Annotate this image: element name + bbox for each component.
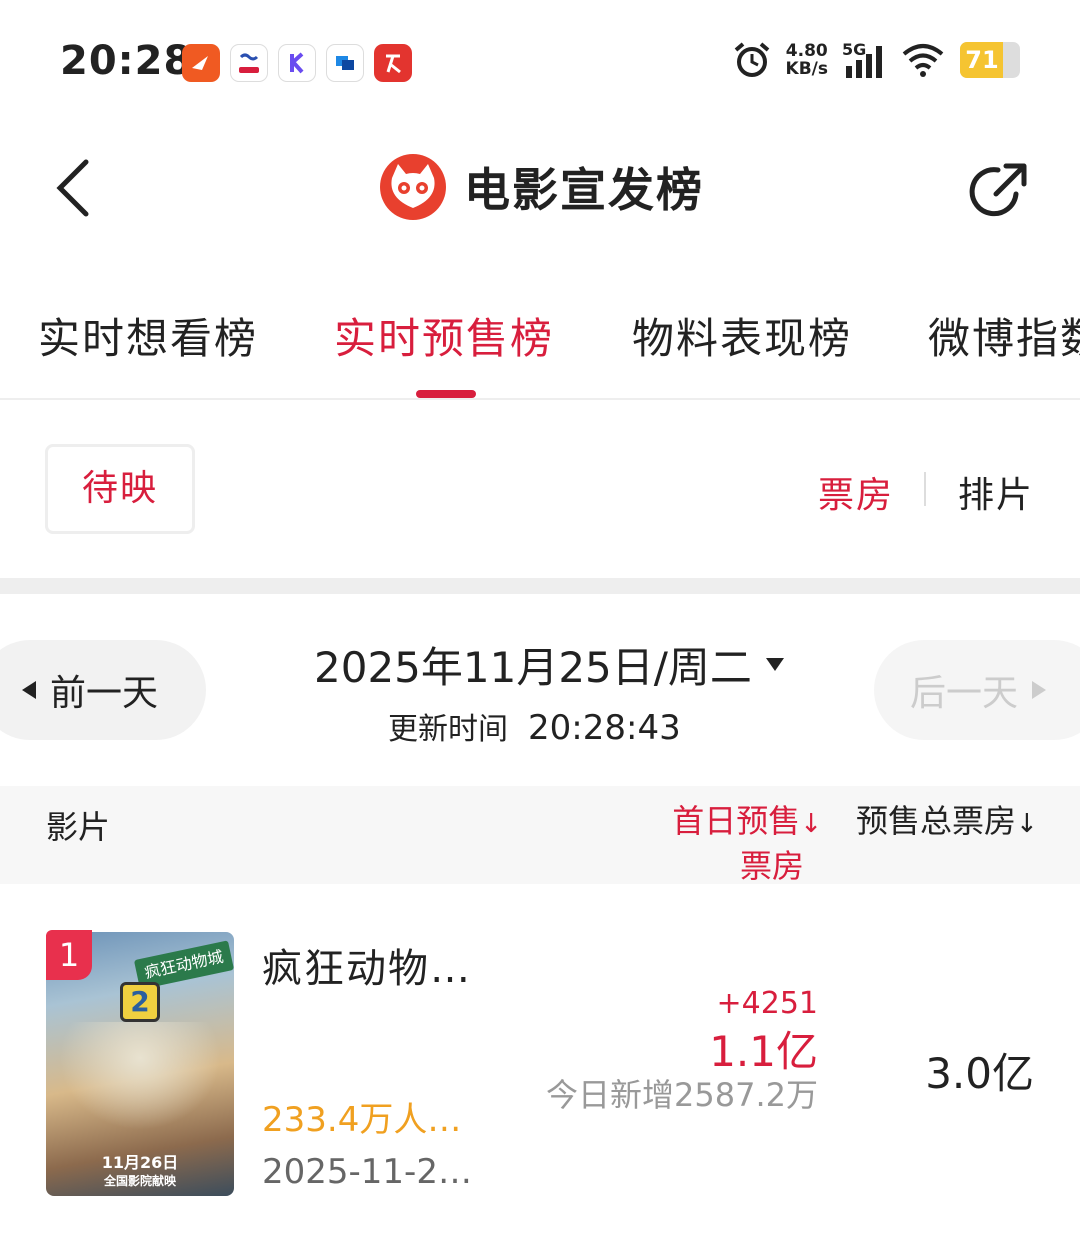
clock: 20:28 xyxy=(60,38,193,84)
want-to-see-count: 233.4万人… xyxy=(262,1100,462,1140)
poster-date-line1: 11月26日 xyxy=(101,1153,179,1172)
maoyan-cat-logo-icon xyxy=(380,154,446,220)
message-app-icon xyxy=(326,44,364,82)
header-bar: 电影宣发榜 xyxy=(0,130,1080,260)
back-button[interactable] xyxy=(48,156,104,220)
net-speed-unit: KB/s xyxy=(785,59,828,79)
segment-divider xyxy=(924,472,926,506)
chevron-left-icon xyxy=(56,159,89,217)
net-speed: 4.80 KB/s xyxy=(786,42,828,78)
schedule-toggle[interactable]: 排片 xyxy=(958,466,1034,518)
next-day-button[interactable]: 后一天 xyxy=(874,640,1080,740)
filter-row: 待映 票房 排片 xyxy=(0,400,1080,578)
signal-icon: 5G xyxy=(842,40,886,80)
prev-day-label: 前一天 xyxy=(50,673,159,714)
tab-material[interactable]: 物料表现榜 xyxy=(632,305,852,366)
date-navigator: 前一天 2025年11月25日/周二 更新时间 20:28:43 后一天 xyxy=(0,594,1080,786)
battery-indicator: 71 xyxy=(960,42,1020,78)
film-column-header: 影片 xyxy=(46,808,111,846)
poster-release-caption: 11月26日 全国影院献映 xyxy=(46,1154,234,1190)
fa-app-icon xyxy=(374,44,412,82)
today-new-value: 今日新增2587.2万 xyxy=(546,1076,818,1114)
section-divider xyxy=(0,578,1080,594)
alarm-icon xyxy=(734,42,769,77)
tab-presale[interactable]: 实时预售榜 xyxy=(334,305,554,366)
sort-arrow-icon: ↓ xyxy=(1016,809,1038,839)
first-day-header-line2: 票房 xyxy=(739,847,804,885)
page-title: 电影宣发榜 xyxy=(464,163,704,217)
table-row[interactable]: 1 疯狂动物城 2 11月26日 全国影院献映 疯狂动物… 233.4万人… 2… xyxy=(0,884,1080,1242)
feishu-app-icon xyxy=(182,44,220,82)
net-speed-value: 4.80 xyxy=(785,41,828,61)
status-bar: 20:28 4.80 KB/s 5G 71 xyxy=(0,0,1080,130)
battery-percent: 71 xyxy=(965,46,999,74)
film-title[interactable]: 疯狂动物… xyxy=(262,936,472,994)
wifi-icon xyxy=(902,44,944,77)
caret-right-icon xyxy=(1032,681,1047,699)
poster-date-line2: 全国影院献映 xyxy=(103,1174,176,1188)
poster-city-art xyxy=(46,1022,234,1142)
current-date: 2025年11月25日/周二 xyxy=(314,643,752,692)
title-group: 电影宣发榜 xyxy=(378,152,704,222)
first-day-header-line1: 首日预售 xyxy=(672,802,801,840)
share-icon xyxy=(969,163,1027,217)
update-time: 更新时间 20:28:43 xyxy=(388,704,681,748)
caret-left-icon xyxy=(22,681,36,699)
bank-app-icon xyxy=(230,44,268,82)
kuaishou-app-icon xyxy=(278,44,316,82)
sort-arrow-icon: ↓ xyxy=(800,809,822,839)
total-presale-header[interactable]: 预售总票房↓ xyxy=(856,800,1038,845)
notification-icons xyxy=(182,44,412,82)
next-day-label: 后一天 xyxy=(910,673,1019,714)
ranking-tabs: 实时想看榜 实时预售榜 物料表现榜 微博指数 xyxy=(0,300,1080,400)
first-day-presale-header[interactable]: 首日预售↓ 票房 xyxy=(672,800,822,887)
caret-down-icon xyxy=(765,658,784,671)
increase-value: +4251 xyxy=(716,986,818,1021)
rank-badge: 1 xyxy=(46,930,92,980)
upcoming-filter-chip[interactable]: 待映 xyxy=(45,444,195,534)
update-time-value: 20:28:43 xyxy=(528,708,681,748)
total-presale-value: 3.0亿 xyxy=(925,1049,1034,1098)
box-office-toggle[interactable]: 票房 xyxy=(818,466,894,518)
tab-indicator xyxy=(416,390,476,398)
share-button[interactable] xyxy=(966,158,1032,224)
tab-want-to-see[interactable]: 实时想看榜 xyxy=(38,305,258,366)
total-header-label: 预售总票房 xyxy=(856,802,1017,840)
prev-day-button[interactable]: 前一天 xyxy=(0,640,206,740)
table-header: 影片 首日预售↓ 票房 预售总票房↓ xyxy=(0,786,1080,887)
tab-weibo[interactable]: 微博指数 xyxy=(928,305,1080,366)
release-date: 2025-11-2… xyxy=(262,1152,472,1192)
update-time-label: 更新时间 xyxy=(388,712,508,747)
system-icons: 4.80 KB/s 5G 71 xyxy=(732,40,1020,80)
date-picker[interactable]: 2025年11月25日/周二 xyxy=(314,634,784,695)
poster-number: 2 xyxy=(120,982,160,1022)
